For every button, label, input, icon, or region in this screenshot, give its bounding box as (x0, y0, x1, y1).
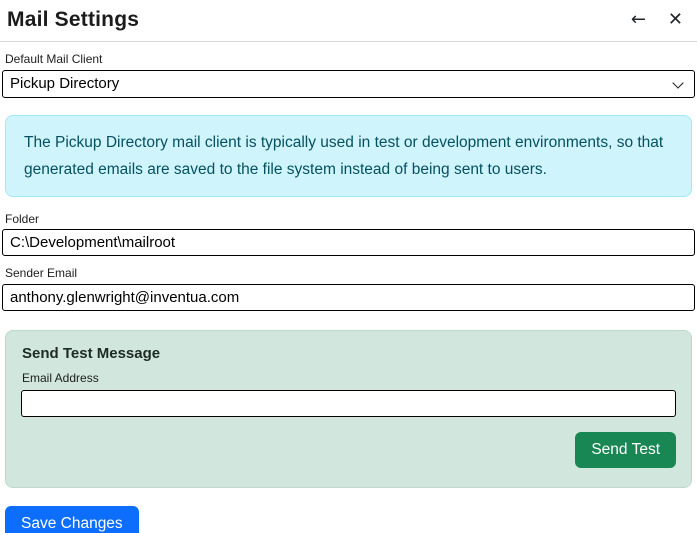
default-mail-client-select[interactable]: Pickup Directory (2, 69, 695, 98)
folder-label: Folder (5, 211, 40, 226)
close-icon[interactable]: ✕ (666, 9, 685, 31)
test-email-address-input[interactable] (21, 389, 676, 417)
mail-settings-form: Default Mail Client Pickup Directory The… (0, 42, 697, 533)
test-email-address-label: Email Address (22, 371, 99, 386)
send-test-button[interactable]: Send Test (575, 431, 676, 468)
default-mail-client-select-wrap: Pickup Directory (2, 69, 695, 98)
default-mail-client-field: Default Mail Client Pickup Directory (2, 52, 695, 98)
default-mail-client-label: Default Mail Client (5, 52, 103, 66)
page-title: Mail Settings (7, 8, 140, 31)
send-test-message-panel: Send Test Message Email Address Send Tes… (5, 330, 692, 488)
pickup-directory-info-alert: The Pickup Directory mail client is typi… (5, 114, 692, 197)
folder-input[interactable] (2, 229, 695, 257)
folder-field: Folder (2, 212, 695, 257)
info-alert-text: The Pickup Directory mail client is typi… (24, 133, 664, 178)
header-actions: ← ✕ (629, 9, 685, 31)
settings-header: Mail Settings ← ✕ (0, 0, 697, 42)
save-row: Save Changes (5, 506, 692, 533)
send-test-button-row: Send Test (21, 431, 676, 468)
send-test-message-heading: Send Test Message (22, 345, 161, 363)
sender-email-label: Sender Email (5, 266, 78, 281)
save-changes-button[interactable]: Save Changes (5, 506, 139, 533)
back-arrow-icon[interactable]: ← (629, 9, 648, 31)
sender-email-input[interactable] (2, 284, 695, 312)
sender-email-field: Sender Email (2, 266, 695, 312)
